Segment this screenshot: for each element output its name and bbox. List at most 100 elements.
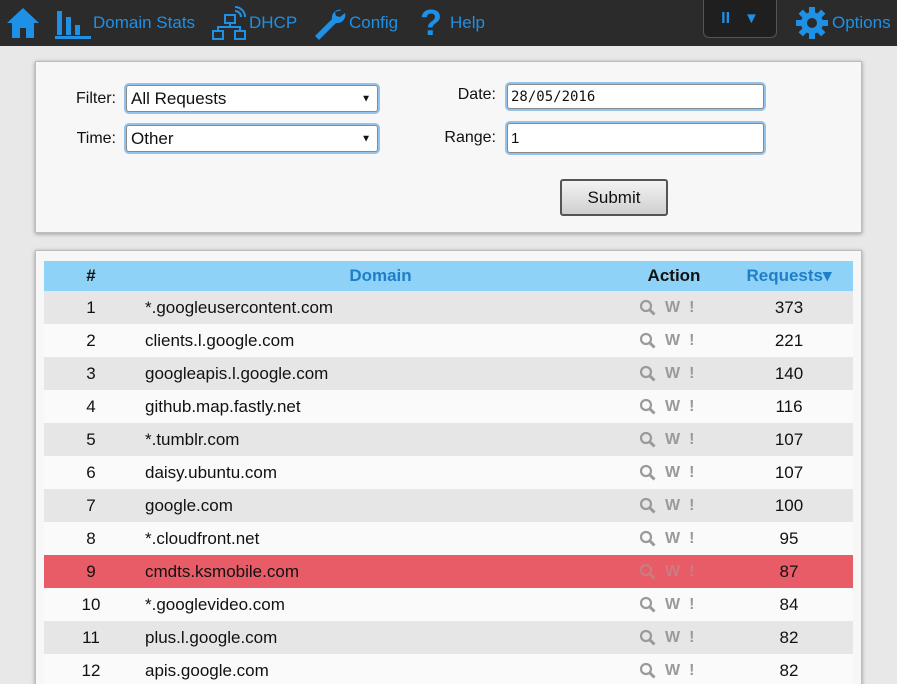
submit-button[interactable]: Submit	[560, 179, 668, 216]
whois-icon[interactable]: W	[665, 365, 680, 383]
row-domain: daisy.ubuntu.com	[145, 462, 277, 482]
table-row: 1 *.googleusercontent.com W! 373	[44, 291, 853, 324]
whois-icon[interactable]: W	[665, 596, 680, 614]
row-number: 7	[86, 495, 96, 515]
row-domain: *.tumblr.com	[145, 429, 240, 449]
question-mark-icon: ?	[420, 2, 442, 43]
row-number: 1	[86, 297, 96, 317]
table-row: 6 daisy.ubuntu.com W! 107	[44, 456, 853, 489]
pause-dropdown[interactable]: II ▼	[703, 0, 777, 38]
report-icon[interactable]: !	[689, 365, 694, 383]
row-number: 8	[86, 528, 96, 548]
search-icon[interactable]	[639, 662, 656, 679]
row-requests: 95	[779, 528, 799, 548]
header-requests[interactable]: Requests▾	[744, 261, 834, 291]
whois-icon[interactable]: W	[665, 497, 680, 515]
report-icon[interactable]: !	[689, 299, 694, 317]
top-nav-bar: Domain Stats DHCP Config ? Help II ▼ Opt…	[0, 0, 897, 46]
search-icon[interactable]	[639, 299, 656, 316]
row-actions: W!	[639, 621, 694, 654]
home-button[interactable]	[5, 0, 41, 46]
report-icon[interactable]: !	[689, 398, 694, 416]
report-icon[interactable]: !	[689, 662, 694, 680]
row-number: 9	[86, 561, 96, 581]
whois-icon[interactable]: W	[665, 662, 680, 680]
whois-icon[interactable]: W	[665, 629, 680, 647]
nav-options-label: Options	[832, 13, 891, 32]
range-input[interactable]: 1	[507, 123, 764, 153]
date-input[interactable]: 28/05/2016	[507, 84, 764, 109]
row-domain: *.cloudfront.net	[145, 528, 260, 548]
filter-form-panel: Filter: All Requests ▼ Time: Other ▼ Dat…	[35, 61, 862, 233]
pause-icon: II	[721, 9, 731, 27]
report-icon[interactable]: !	[689, 530, 694, 548]
table-row: 2 clients.l.google.com W! 221	[44, 324, 853, 357]
row-actions: W!	[639, 456, 694, 489]
nav-options[interactable]: Options	[794, 0, 891, 46]
row-number: 12	[81, 660, 101, 680]
nav-help[interactable]: ? Help	[420, 0, 485, 46]
search-icon[interactable]	[639, 497, 656, 514]
row-number: 6	[86, 462, 96, 482]
search-icon[interactable]	[639, 332, 656, 349]
wrench-icon	[315, 9, 346, 40]
whois-icon[interactable]: W	[665, 332, 680, 350]
row-requests: 373	[774, 297, 804, 317]
table-row: 7 google.com W! 100	[44, 489, 853, 522]
whois-icon[interactable]: W	[665, 464, 680, 482]
whois-icon[interactable]: W	[665, 530, 680, 548]
nav-domain-stats[interactable]: Domain Stats	[55, 0, 195, 46]
row-number: 5	[86, 429, 96, 449]
whois-icon[interactable]: W	[665, 431, 680, 449]
range-label: Range:	[444, 129, 496, 146]
nav-dhcp[interactable]: DHCP	[211, 0, 297, 46]
whois-icon[interactable]: W	[665, 398, 680, 416]
gear-icon	[796, 7, 828, 39]
row-number: 11	[82, 627, 100, 647]
row-requests: 82	[779, 660, 799, 680]
time-select[interactable]: Other ▼	[126, 125, 378, 152]
row-requests: 221	[774, 330, 804, 350]
row-number: 10	[81, 594, 101, 614]
report-icon[interactable]: !	[689, 431, 694, 449]
whois-icon[interactable]: W	[665, 563, 680, 581]
report-icon[interactable]: !	[689, 629, 694, 647]
search-icon[interactable]	[639, 596, 656, 613]
report-icon[interactable]: !	[689, 464, 694, 482]
table-row: 8 *.cloudfront.net W! 95	[44, 522, 853, 555]
nav-domain-stats-label: Domain Stats	[93, 13, 196, 32]
whois-icon[interactable]: W	[665, 299, 680, 317]
network-icon	[212, 6, 246, 40]
search-icon[interactable]	[639, 464, 656, 481]
row-requests: 116	[775, 396, 803, 416]
table-row: 9 cmdts.ksmobile.com W! 87	[44, 555, 853, 588]
report-icon[interactable]: !	[689, 332, 694, 350]
row-domain: github.map.fastly.net	[145, 396, 301, 416]
row-number: 3	[86, 363, 96, 383]
select-arrow-icon: ▼	[361, 93, 371, 104]
row-domain: googleapis.l.google.com	[145, 363, 329, 383]
search-icon[interactable]	[639, 530, 656, 547]
filter-select[interactable]: All Requests ▼	[126, 85, 378, 112]
row-actions: W!	[639, 357, 694, 390]
search-icon[interactable]	[639, 563, 656, 580]
row-actions: W!	[639, 654, 694, 684]
table-row: 12 apis.google.com W! 82	[44, 654, 853, 684]
nav-help-label: Help	[450, 13, 485, 32]
row-requests: 82	[779, 627, 799, 647]
nav-config[interactable]: Config	[311, 0, 398, 46]
search-icon[interactable]	[639, 431, 656, 448]
search-icon[interactable]	[639, 398, 656, 415]
search-icon[interactable]	[639, 629, 656, 646]
chevron-down-icon: ▼	[744, 10, 759, 27]
search-icon[interactable]	[639, 365, 656, 382]
nav-dhcp-label: DHCP	[249, 13, 298, 32]
table-body: 1 *.googleusercontent.com W! 373 2 clients.l.…	[44, 291, 853, 684]
row-actions: W!	[639, 423, 694, 456]
report-icon[interactable]: !	[689, 596, 694, 614]
report-icon[interactable]: !	[689, 563, 694, 581]
report-icon[interactable]: !	[689, 497, 694, 515]
header-domain[interactable]: Domain	[138, 261, 623, 291]
row-requests: 84	[779, 594, 799, 614]
row-requests: 100	[774, 495, 804, 515]
